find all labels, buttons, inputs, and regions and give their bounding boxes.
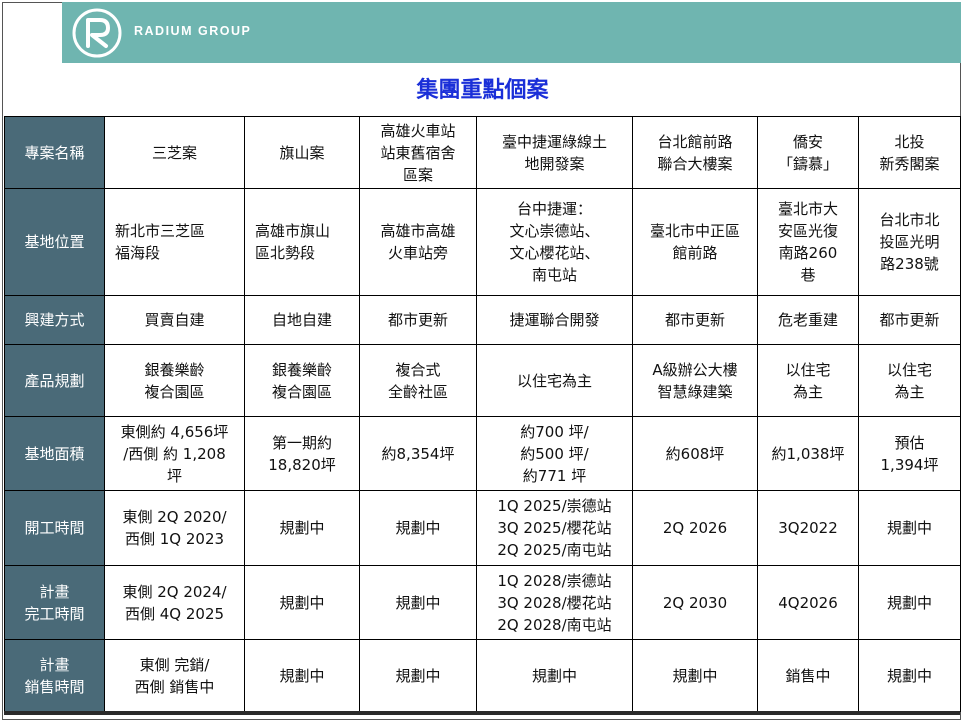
table-cell: 東側約 4,656坪 /西側 約 1,208 坪	[104, 416, 245, 491]
table-cell: 規劃中	[244, 639, 360, 712]
table-cell: 台北市北 投區光明 路238號	[858, 188, 961, 296]
table-cell: 都市更新	[632, 295, 758, 345]
row-label: 基地位置	[4, 188, 105, 296]
table-cell: 臺北市中正區 館前路	[632, 188, 758, 296]
table-cell: 臺北市大 安區光復 南路260 巷	[757, 188, 859, 296]
project-table: 專案名稱 三芝案 旗山案 高雄火車站 站東舊宿舍 區案 臺中捷運綠線土 地開發案…	[4, 116, 961, 712]
table-cell: 規劃中	[632, 639, 758, 712]
table-cell: 捷運聯合開發	[476, 295, 633, 345]
table-cell: 北投 新秀閣案	[858, 116, 961, 189]
row-label: 興建方式	[4, 295, 105, 345]
row-label: 產品規劃	[4, 344, 105, 417]
table-cell: 規劃中	[244, 490, 360, 566]
table-cell: 銀養樂齡 複合園區	[244, 344, 360, 417]
table-cell: 約8,354坪	[359, 416, 477, 491]
table-cell: 第一期約 18,820坪	[244, 416, 360, 491]
table-cell: 規劃中	[858, 490, 961, 566]
row-location: 基地位置 新北市三芝區 福海段 高雄市旗山 區北勢段 高雄市高雄 火車站旁 台中…	[4, 188, 961, 296]
table-cell: 東側 完銷/ 西側 銷售中	[104, 639, 245, 712]
table-cell: 1Q 2025/崇德站 3Q 2025/櫻花站 2Q 2025/南屯站	[476, 490, 633, 566]
radium-logo-icon	[72, 8, 122, 58]
table-cell: 1Q 2028/崇德站 3Q 2028/櫻花站 2Q 2028/南屯站	[476, 565, 633, 640]
table-cell: 以住宅 為主	[757, 344, 859, 417]
table-cell: 銀養樂齡 複合園區	[104, 344, 245, 417]
row-project-name: 專案名稱 三芝案 旗山案 高雄火車站 站東舊宿舍 區案 臺中捷運綠線土 地開發案…	[4, 116, 961, 189]
table-cell: 僑安 「鑄慕」	[757, 116, 859, 189]
table-cell: 東側 2Q 2024/ 西側 4Q 2025	[104, 565, 245, 640]
table-cell: 都市更新	[359, 295, 477, 345]
header-banner: RADIUM GROUP	[62, 2, 961, 63]
row-label: 基地面積	[4, 416, 105, 491]
table-cell: 三芝案	[104, 116, 245, 189]
table-cell: 預估 1,394坪	[858, 416, 961, 491]
table-cell: A級辦公大樓 智慧綠建築	[632, 344, 758, 417]
table-cell: 規劃中	[858, 639, 961, 712]
table-bottom-edge	[4, 711, 960, 715]
page-title: 集團重點個案	[416, 78, 549, 103]
table-cell: 自地自建	[244, 295, 360, 345]
row-site-area: 基地面積 東側約 4,656坪 /西側 約 1,208 坪 第一期約 18,82…	[4, 416, 961, 491]
table-cell: 規劃中	[359, 490, 477, 566]
table-cell: 規劃中	[244, 565, 360, 640]
table-cell: 高雄火車站 站東舊宿舍 區案	[359, 116, 477, 189]
table-cell: 約1,038坪	[757, 416, 859, 491]
table-cell: 危老重建	[757, 295, 859, 345]
row-label: 開工時間	[4, 490, 105, 566]
table-cell: 高雄市旗山 區北勢段	[244, 188, 360, 296]
row-label: 專案名稱	[4, 116, 105, 189]
table-cell: 新北市三芝區 福海段	[104, 188, 245, 296]
table-cell: 以住宅為主	[476, 344, 633, 417]
table-cell: 買賣自建	[104, 295, 245, 345]
table-cell: 約608坪	[632, 416, 758, 491]
table-cell: 台北館前路 聯合大樓案	[632, 116, 758, 189]
table-cell: 3Q2022	[757, 490, 859, 566]
table-cell: 東側 2Q 2020/ 西側 1Q 2023	[104, 490, 245, 566]
row-label: 計畫 銷售時間	[4, 639, 105, 712]
row-construction-method: 興建方式 買賣自建 自地自建 都市更新 捷運聯合開發 都市更新 危老重建 都市更…	[4, 295, 961, 345]
table-cell: 臺中捷運綠線土 地開發案	[476, 116, 633, 189]
row-start-time: 開工時間 東側 2Q 2020/ 西側 1Q 2023 規劃中 規劃中 1Q 2…	[4, 490, 961, 566]
row-label: 計畫 完工時間	[4, 565, 105, 640]
row-sales-time: 計畫 銷售時間 東側 完銷/ 西側 銷售中 規劃中 規劃中 規劃中 規劃中 銷售…	[4, 639, 961, 712]
table-cell: 銷售中	[757, 639, 859, 712]
table-cell: 4Q2026	[757, 565, 859, 640]
table-cell: 高雄市高雄 火車站旁	[359, 188, 477, 296]
table-cell: 旗山案	[244, 116, 360, 189]
table-cell: 約700 坪/ 約500 坪/ 約771 坪	[476, 416, 633, 491]
table-cell: 規劃中	[476, 639, 633, 712]
table-cell: 台中捷運： 文心崇德站、 文心櫻花站、 南屯站	[476, 188, 633, 296]
table-cell: 都市更新	[858, 295, 961, 345]
brand-name: RADIUM GROUP	[134, 24, 252, 38]
table-cell: 以住宅 為主	[858, 344, 961, 417]
table-cell: 2Q 2030	[632, 565, 758, 640]
table-cell: 規劃中	[359, 639, 477, 712]
table-cell: 規劃中	[858, 565, 961, 640]
table-cell: 2Q 2026	[632, 490, 758, 566]
row-product-plan: 產品規劃 銀養樂齡 複合園區 銀養樂齡 複合園區 複合式 全齡社區 以住宅為主 …	[4, 344, 961, 417]
row-completion-time: 計畫 完工時間 東側 2Q 2024/ 西側 4Q 2025 規劃中 規劃中 1…	[4, 565, 961, 640]
table-cell: 複合式 全齡社區	[359, 344, 477, 417]
table-cell: 規劃中	[359, 565, 477, 640]
